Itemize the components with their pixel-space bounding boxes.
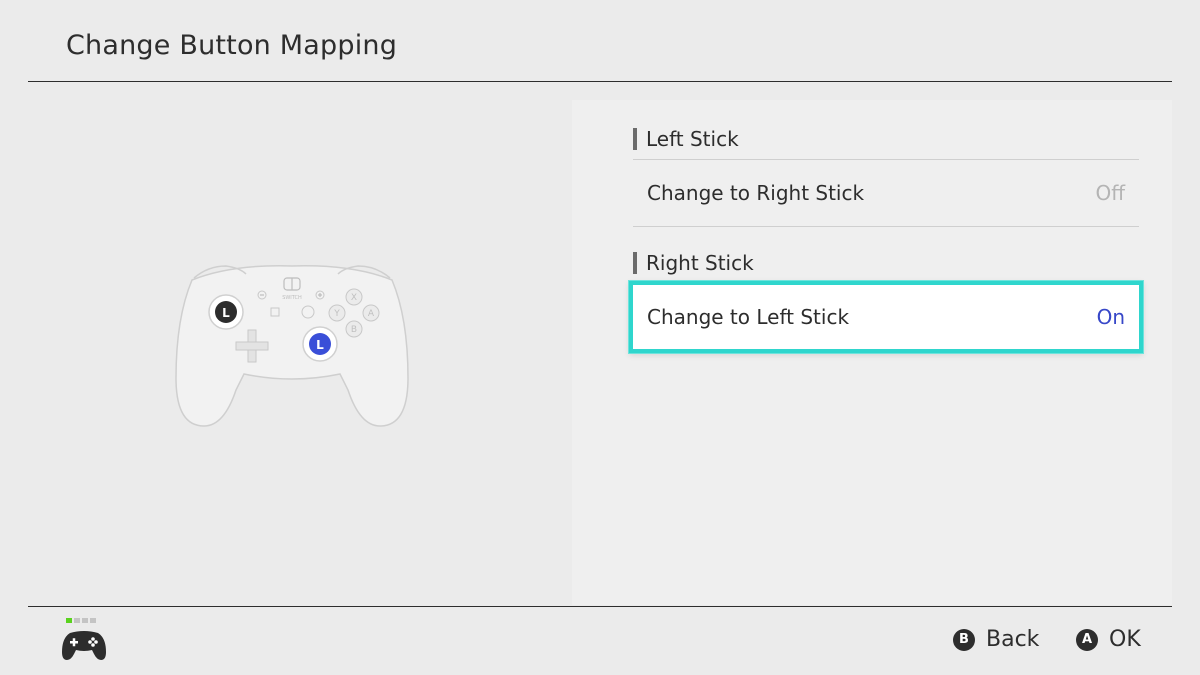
a-button-icon: A	[1076, 628, 1098, 651]
svg-text:X: X	[351, 293, 357, 303]
back-button[interactable]: B Back	[953, 627, 1039, 652]
option-label: Change to Left Stick	[647, 305, 850, 329]
right-stick-remapped-icon: L	[302, 326, 338, 362]
page-title: Change Button Mapping	[66, 30, 398, 61]
controller-illustration: SWITCH L L X Y A B	[172, 258, 412, 430]
option-value: Off	[1095, 181, 1125, 205]
back-label: Back	[986, 627, 1040, 652]
player-led-1	[66, 618, 72, 623]
left-stick-icon: L	[208, 294, 244, 330]
divider	[633, 226, 1139, 227]
option-change-to-right-stick[interactable]: Change to Right Stick Off	[633, 160, 1139, 226]
footer-divider	[28, 606, 1172, 607]
controller-icon	[60, 616, 110, 664]
svg-text:Y: Y	[333, 309, 340, 319]
svg-text:L: L	[222, 306, 230, 320]
svg-text:B: B	[351, 325, 357, 335]
ok-button[interactable]: A OK	[1076, 627, 1141, 652]
ok-label: OK	[1109, 627, 1141, 652]
section-header-right-stick: Right Stick	[633, 252, 754, 274]
svg-text:L: L	[316, 338, 324, 352]
svg-text:SWITCH: SWITCH	[282, 295, 302, 301]
b-button-icon: B	[953, 628, 975, 651]
section-header-left-stick: Left Stick	[633, 128, 739, 150]
option-value: On	[1096, 305, 1125, 329]
svg-text:A: A	[368, 309, 375, 319]
option-label: Change to Right Stick	[647, 181, 865, 205]
option-change-to-left-stick[interactable]: Change to Left Stick On	[629, 281, 1143, 353]
